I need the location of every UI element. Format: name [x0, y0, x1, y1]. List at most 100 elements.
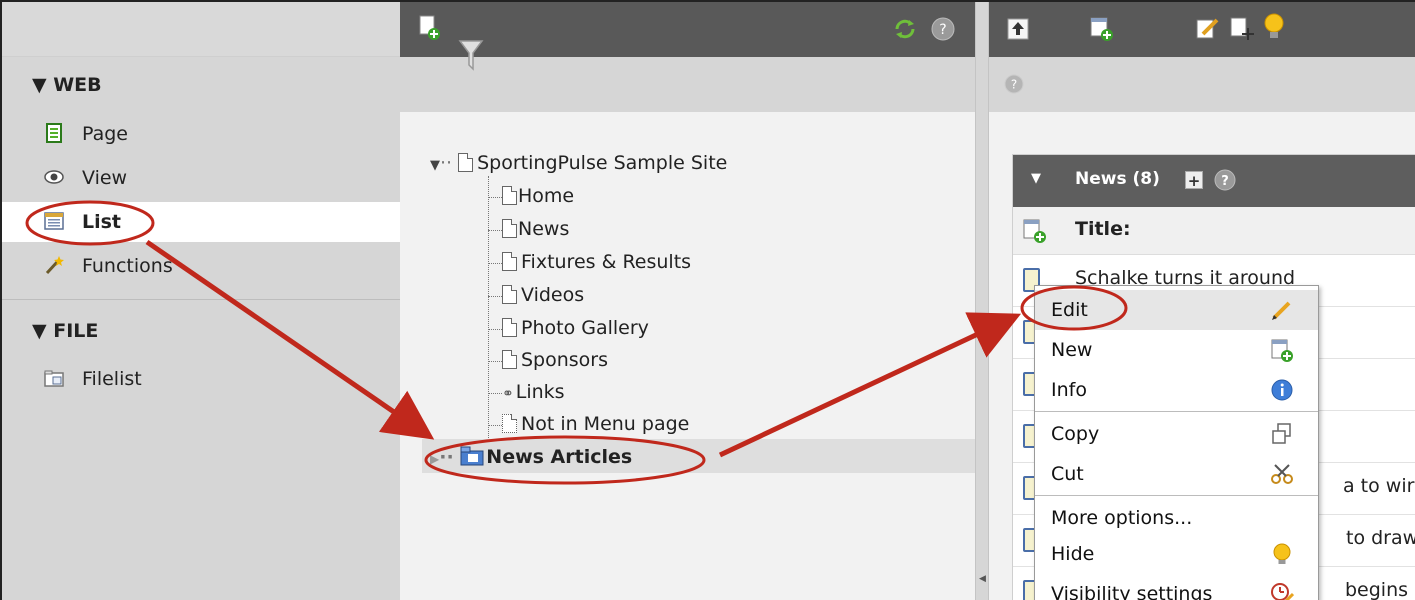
page-icon — [502, 285, 517, 304]
tree-item-news-articles[interactable]: ▶·· News Articles — [430, 445, 632, 468]
info-icon — [1271, 379, 1293, 401]
page-tree-filterbar — [400, 40, 975, 112]
lightbulb-icon — [1273, 543, 1291, 564]
edit-page-icon[interactable] — [1195, 16, 1221, 42]
new-record-icon[interactable] — [1023, 219, 1047, 243]
tree-connector — [488, 296, 502, 297]
tree-item-label: Photo Gallery — [521, 317, 649, 339]
context-menu-label: Hide — [1051, 543, 1095, 565]
tree-connector — [488, 393, 502, 394]
tree-item-label: News — [518, 218, 570, 240]
page-icon — [502, 252, 517, 271]
page-icon — [502, 350, 517, 369]
context-menu-cut[interactable]: Cut — [1035, 454, 1318, 494]
level-up-icon[interactable] — [1007, 18, 1029, 40]
context-menu-divider — [1035, 495, 1318, 496]
expand-arrow-icon[interactable]: ▶ — [430, 452, 439, 466]
context-menu-visibility-settings[interactable]: Visibility settings — [1035, 574, 1318, 600]
context-menu-hide[interactable]: Hide — [1035, 534, 1318, 574]
help-icon[interactable]: ? — [1003, 73, 1025, 95]
svg-text:?: ? — [939, 22, 946, 38]
menu-item-page[interactable]: Page — [2, 114, 400, 154]
content-subbar: ? — [989, 57, 1415, 112]
new-page-icon[interactable] — [418, 14, 442, 42]
context-menu-label: More options... — [1051, 507, 1193, 529]
module-menu-topband — [2, 2, 400, 57]
context-menu-more-options[interactable]: More options... — [1035, 498, 1318, 538]
context-menu-edit[interactable]: Edit — [1035, 290, 1318, 330]
refresh-icon[interactable] — [892, 16, 918, 42]
collapse-table-icon[interactable]: ▼ — [1031, 171, 1041, 186]
tree-item-label: News Articles — [486, 446, 633, 468]
move-page-icon[interactable] — [1229, 16, 1255, 42]
lightbulb-icon[interactable] — [1261, 12, 1287, 42]
help-icon[interactable]: ? — [930, 16, 956, 42]
tree-connector — [488, 263, 502, 264]
news-table-title: News (8) — [1075, 169, 1160, 189]
tree-root[interactable]: ▼·· SportingPulse Sample Site — [430, 152, 727, 174]
hidden-page-icon — [502, 414, 517, 433]
sysfolder-icon — [460, 446, 484, 466]
tree-root-label: SportingPulse Sample Site — [477, 152, 728, 174]
svg-text:?: ? — [1011, 78, 1017, 92]
content-toolbar — [989, 2, 1415, 57]
context-menu-copy[interactable]: Copy — [1035, 414, 1318, 454]
tree-item-photo-gallery[interactable]: Photo Gallery — [502, 317, 649, 339]
tree-item-news[interactable]: News — [502, 218, 569, 240]
svg-text:?: ? — [1221, 174, 1229, 189]
page-icon — [458, 153, 474, 172]
tree-item-not-in-menu[interactable]: Not in Menu page — [502, 413, 689, 435]
file-section-heading[interactable]: ▼ FILE — [32, 320, 98, 342]
shortcut-page-icon — [502, 219, 517, 238]
menu-item-functions[interactable]: Functions — [2, 246, 400, 286]
tree-connector — [488, 329, 502, 330]
pane-splitter[interactable]: ◀ — [975, 2, 989, 600]
row-title: to draw — [1346, 527, 1415, 549]
context-menu-label: Edit — [1051, 299, 1088, 321]
list-icon — [44, 212, 64, 230]
context-menu-label: Visibility settings — [1051, 583, 1213, 600]
new-record-icon — [1271, 339, 1293, 362]
filter-icon[interactable] — [458, 39, 484, 73]
context-menu: Edit New Info Copy Cut More options... H… — [1034, 285, 1319, 600]
web-section-heading[interactable]: ▼ WEB — [32, 74, 102, 96]
tree-connector — [488, 230, 502, 231]
menu-item-view[interactable]: View — [2, 158, 400, 198]
menu-item-list[interactable]: List — [2, 202, 400, 242]
page-icon — [502, 318, 517, 337]
copy-icon — [1272, 423, 1291, 444]
menu-item-filelist[interactable]: Filelist — [2, 359, 400, 399]
tree-connector — [488, 425, 502, 426]
context-menu-label: New — [1051, 339, 1093, 361]
column-header-row: Title: — [1013, 207, 1415, 255]
collapse-arrow-icon[interactable]: ▼ — [430, 158, 440, 173]
tree-item-fixtures[interactable]: Fixtures & Results — [502, 251, 691, 273]
tree-item-label: Links — [515, 381, 565, 403]
scissors-icon — [1271, 464, 1293, 484]
clock-pencil-icon — [1271, 583, 1294, 600]
add-record-icon[interactable]: + — [1185, 171, 1203, 190]
tree-item-links[interactable]: ⚭ Links — [502, 381, 565, 403]
module-menu-divider — [2, 299, 400, 300]
context-menu-new[interactable]: New — [1035, 330, 1318, 370]
tree-item-videos[interactable]: Videos — [502, 284, 584, 306]
link-icon: ⚭ — [502, 386, 514, 402]
eye-icon — [44, 170, 64, 184]
tree-item-label: Not in Menu page — [521, 413, 690, 435]
context-menu-label: Copy — [1051, 423, 1100, 445]
collapse-pane-icon[interactable]: ◀ — [979, 574, 986, 584]
page-icon — [46, 123, 62, 143]
page-tree-pane: ? — [400, 2, 975, 600]
row-title: begins — [1345, 579, 1409, 600]
tree-item-label: Videos — [521, 284, 585, 306]
new-record-icon[interactable] — [1089, 16, 1115, 42]
row-title: a to wir — [1343, 475, 1415, 497]
help-icon[interactable]: ? — [1213, 168, 1237, 192]
tree-connector — [488, 176, 489, 454]
menu-item-view-label: View — [82, 167, 128, 189]
context-menu-info[interactable]: Info — [1035, 370, 1318, 410]
menu-item-list-label: List — [82, 211, 122, 233]
tree-item-home[interactable]: Home — [502, 185, 574, 207]
tree-item-sponsors[interactable]: Sponsors — [502, 349, 608, 371]
tree-item-label: Home — [518, 185, 575, 207]
